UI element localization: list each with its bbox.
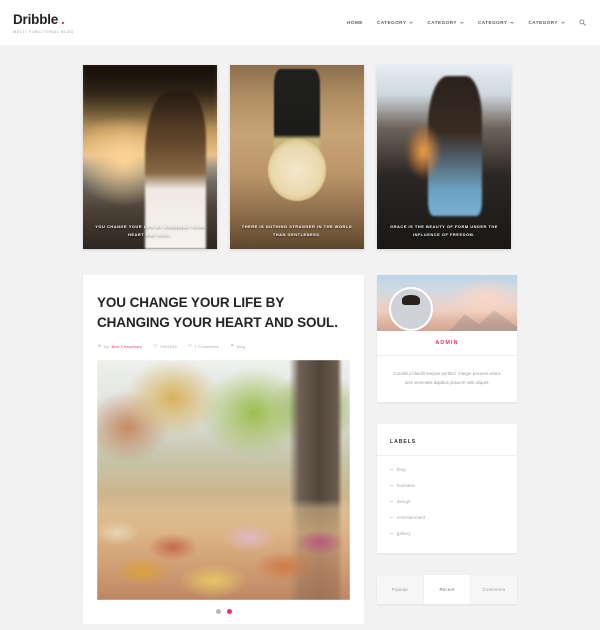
label-item-design[interactable]: design — [390, 493, 504, 509]
brand-dot: . — [61, 12, 65, 28]
tab-comments[interactable]: Comments — [471, 575, 517, 605]
comment-icon: ✉ — [187, 343, 192, 349]
nav-item-category-4[interactable]: CATEGORY — [528, 20, 565, 25]
tab-recent[interactable]: Recent — [424, 575, 471, 605]
nav-item-label: CATEGORY — [528, 20, 558, 25]
brand-subtitle: MULTI FUNCTIONAL BLOG — [13, 30, 75, 35]
nav-item-label: CATEGORY — [376, 20, 407, 25]
post-tag[interactable]: ⚑ blog — [230, 343, 246, 349]
nav-item-label: HOME — [347, 20, 363, 25]
author-widget: ADMIN Curabitur blandit tempus porttitor… — [377, 275, 517, 403]
featured-caption-1: YOU CHANGE YOUR LIFE BY CHANGING YOUR HE… — [95, 223, 205, 237]
carousel-dot-2[interactable] — [226, 608, 232, 614]
author-name[interactable]: ADMIN — [377, 331, 517, 356]
avatar[interactable] — [389, 287, 433, 331]
author-description: Curabitur blandit tempus porttitor. Inte… — [393, 371, 501, 386]
nav-item-home[interactable]: HOME — [347, 20, 363, 25]
featured-card-2[interactable]: THERE IS NOTHING STRANGER IN THE WORLD T… — [230, 65, 364, 249]
nav-item-label: CATEGORY — [477, 20, 508, 25]
author-cover-image — [377, 275, 517, 331]
search-icon[interactable] — [579, 19, 586, 26]
featured-posts-row: YOU CHANGE YOUR LIFE BY CHANGING YOUR HE… — [0, 45, 600, 249]
labels-list: blog business design entertainment galle… — [377, 456, 517, 553]
label-item-blog[interactable]: blog — [390, 461, 504, 477]
label-item-business[interactable]: business — [390, 477, 504, 493]
featured-caption-2: THERE IS NOTHING STRANGER IN THE WORLD T… — [241, 223, 353, 237]
tab-popular[interactable]: Popular — [377, 575, 424, 605]
featured-card-3[interactable]: GRACE IS THE BEAUTY OF FORM UNDER THE IN… — [377, 65, 511, 249]
clock-icon: ◷ — [153, 343, 158, 349]
content-area: YOU CHANGE YOUR LIFE BY CHANGING YOUR HE… — [0, 249, 600, 626]
post-meta: ☻ by Bret Chaudhary ◷ 7/8/2015 ✉ 7 Comme… — [97, 343, 350, 349]
chevron-down-icon — [409, 21, 414, 24]
nav-item-category-3[interactable]: CATEGORY — [478, 20, 515, 25]
tabs-widget: Popular Recent Comments — [377, 575, 517, 605]
post-author[interactable]: ☻ by Bret Chaudhary — [97, 343, 143, 349]
post-comments[interactable]: ✉ 7 Comments — [187, 343, 220, 349]
sidebar: ADMIN Curabitur blandit tempus porttitor… — [377, 275, 517, 626]
label-item-gallery[interactable]: gallery — [390, 525, 504, 541]
blog-post: YOU CHANGE YOUR LIFE BY CHANGING YOUR HE… — [83, 275, 364, 600]
featured-caption-3: GRACE IS THE BEAUTY OF FORM UNDER THE IN… — [390, 223, 498, 237]
post-date: ◷ 7/8/2015 — [153, 343, 177, 349]
post-title[interactable]: YOU CHANGE YOUR LIFE BY CHANGING YOUR HE… — [97, 293, 350, 333]
main-navigation: HOME CATEGORY CATEGORY CATEGORY CATEGORY — [347, 19, 588, 26]
labels-widget-title: LABELS — [377, 424, 517, 457]
post-author-prefix: by — [104, 343, 109, 349]
featured-card-1[interactable]: YOU CHANGE YOUR LIFE BY CHANGING YOUR HE… — [83, 65, 217, 249]
nav-item-label: CATEGORY — [427, 20, 457, 25]
chevron-down-icon — [459, 21, 464, 24]
post-date-value: 7/8/2015 — [159, 343, 177, 349]
label-item-entertainment[interactable]: entertainment — [390, 509, 504, 525]
user-icon: ☻ — [97, 343, 102, 349]
nav-item-category-2[interactable]: CATEGORY — [427, 20, 464, 25]
tag-icon: ⚑ — [230, 343, 235, 349]
avatar-image — [391, 289, 431, 329]
tabs-header: Popular Recent Comments — [377, 575, 517, 605]
post-column: YOU CHANGE YOUR LIFE BY CHANGING YOUR HE… — [83, 275, 364, 624]
post-carousel-dots — [83, 599, 364, 624]
site-header: Dribble. MULTI FUNCTIONAL BLOG HOME CATE… — [0, 0, 600, 45]
chevron-down-icon — [561, 21, 565, 24]
site-logo[interactable]: Dribble. MULTI FUNCTIONAL BLOG — [13, 10, 74, 35]
post-featured-image[interactable] — [97, 359, 350, 600]
post-author-name: Bret Chaudhary — [111, 343, 143, 349]
post-image-art — [97, 359, 350, 600]
carousel-dot-1[interactable] — [215, 608, 221, 614]
post-comments-value: 7 Comments — [194, 343, 220, 349]
labels-widget: LABELS blog business design entertainmen… — [377, 424, 517, 554]
nav-item-category-1[interactable]: CATEGORY — [377, 20, 414, 25]
post-tag-value: blog — [236, 343, 246, 349]
chevron-down-icon — [510, 21, 515, 24]
brand-title: Dribble — [13, 12, 59, 28]
